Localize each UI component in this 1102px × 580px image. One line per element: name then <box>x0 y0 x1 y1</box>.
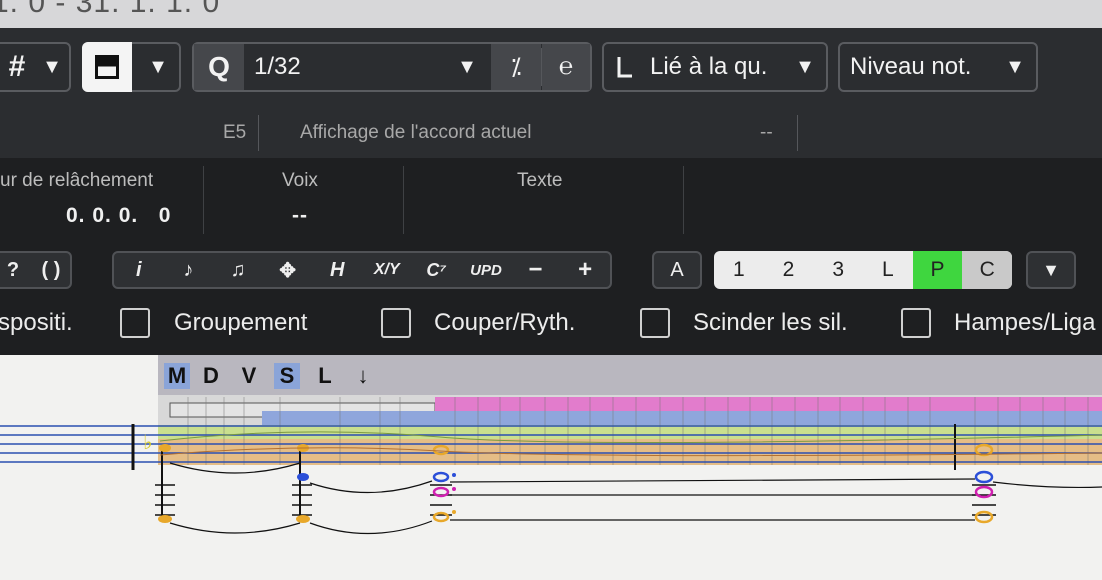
length-dropdown[interactable]: Lié à la qu. ▼ <box>602 42 828 92</box>
length-icon <box>610 44 640 90</box>
left-tools-group: ? ( ) <box>0 251 72 289</box>
voice-p-button[interactable]: P <box>912 251 963 289</box>
score-area[interactable]: M D V S L ↓ ♭ <box>0 355 1102 580</box>
grouping-checkbox[interactable] <box>120 308 150 338</box>
accidental-dropdown[interactable]: # ▼ <box>0 42 71 92</box>
display-mode-dropdown[interactable]: ▼ <box>82 42 181 92</box>
auto-button[interactable]: A <box>652 251 702 289</box>
grouping-label: Groupement <box>174 309 308 336</box>
release-velocity-value[interactable]: 0. 0. 0. 0 <box>66 204 171 228</box>
voice-3-button[interactable]: 3 <box>813 251 863 289</box>
release-velocity-label: ur de relâchement <box>0 170 154 191</box>
chevron-down-icon: ▼ <box>1005 55 1025 78</box>
split-view-button[interactable] <box>82 42 132 92</box>
current-note: E5 <box>223 122 247 143</box>
chord-display-value: -- <box>760 122 773 143</box>
stems-beams-label: Hampes/Liga <box>954 309 1096 336</box>
chevron-down-icon[interactable]: ▼ <box>452 44 482 90</box>
parenthesis-tool[interactable]: ( ) <box>32 259 70 282</box>
voice-c-button[interactable]: C <box>962 251 1012 289</box>
chord-display-label: Affichage de l'accord actuel <box>300 122 532 143</box>
swing-icon[interactable]: ℮ <box>542 44 590 90</box>
hide-tool[interactable]: H <box>312 259 362 282</box>
tuplet-icon[interactable]: ⁒ <box>491 44 541 90</box>
voice-2-button[interactable]: 2 <box>764 251 814 289</box>
voice-value[interactable]: -- <box>292 204 308 228</box>
voice-1-button[interactable]: 1 <box>714 251 764 289</box>
minus-icon[interactable]: − <box>511 256 561 284</box>
xy-tool[interactable]: X/Y <box>362 261 412 279</box>
chevron-down-icon: ▼ <box>42 55 62 78</box>
position-readout: 1. 0 - 31. 1. 1. 0 <box>0 0 221 19</box>
chevron-down-icon[interactable]: ▼ <box>1026 251 1076 289</box>
sharp-icon: # <box>8 50 26 83</box>
split-view-icon <box>95 55 119 79</box>
voice-l-button[interactable]: L <box>863 251 913 289</box>
score-canvas: ♭ <box>0 395 1102 535</box>
update-tool[interactable]: UPD <box>461 262 511 279</box>
quantize-q-button[interactable]: Q <box>194 44 244 90</box>
level-value: Niveau not. <box>850 53 972 80</box>
display-transposition-label: spositi. <box>0 309 73 336</box>
voice-label: Voix <box>282 170 318 191</box>
svg-text:♭: ♭ <box>143 430 152 454</box>
info-tool-icon[interactable]: i <box>114 259 164 282</box>
quantize-value[interactable]: 1/32 <box>254 44 314 90</box>
info-line: E5 Affichage de l'accord actuel -- <box>0 105 1102 158</box>
cut-rhythm-label: Couper/Ryth. <box>434 309 576 336</box>
split-rests-checkbox[interactable] <box>640 308 670 338</box>
level-dropdown[interactable]: Niveau not. ▼ <box>838 42 1038 92</box>
quantize-control[interactable]: Q 1/32 ▼ ⁒ ℮ <box>192 42 592 92</box>
stems-beams-checkbox[interactable] <box>901 308 931 338</box>
beam-tool-icon[interactable]: ♫ <box>213 259 263 282</box>
chevron-down-icon: ▼ <box>148 55 168 78</box>
voice-selector: 1 2 3 L P C <box>714 251 1012 289</box>
symbol-tools-group: i ♪ ♫ ✥ H X/Y C⁷ UPD − + <box>112 251 612 289</box>
length-value: Lié à la qu. <box>650 53 768 80</box>
help-tool[interactable]: ? <box>0 259 32 282</box>
chevron-down-icon: ▼ <box>795 55 815 78</box>
info-fields: ur de relâchement 0. 0. 0. 0 Voix -- Tex… <box>0 158 1102 241</box>
window-title-bar: 1. 0 - 31. 1. 1. 0 <box>0 0 1102 28</box>
note-flag-tool-icon[interactable]: ♪ <box>164 259 214 282</box>
options-row: spositi. Groupement Couper/Ryth. Scinder… <box>0 301 1102 355</box>
tools-row: ? ( ) i ♪ ♫ ✥ H X/Y C⁷ UPD − + A 1 2 3 L… <box>0 241 1102 301</box>
toolbar: # ▼ ▼ Q 1/32 ▼ ⁒ ℮ Lié à la qu. ▼ Niveau… <box>0 28 1102 105</box>
move-tool-icon[interactable]: ✥ <box>263 258 313 283</box>
cut-rhythm-checkbox[interactable] <box>381 308 411 338</box>
chord-symbol-tool[interactable]: C⁷ <box>412 260 462 281</box>
plus-icon[interactable]: + <box>560 256 610 284</box>
split-rests-label: Scinder les sil. <box>693 309 848 336</box>
text-label: Texte <box>517 170 563 191</box>
